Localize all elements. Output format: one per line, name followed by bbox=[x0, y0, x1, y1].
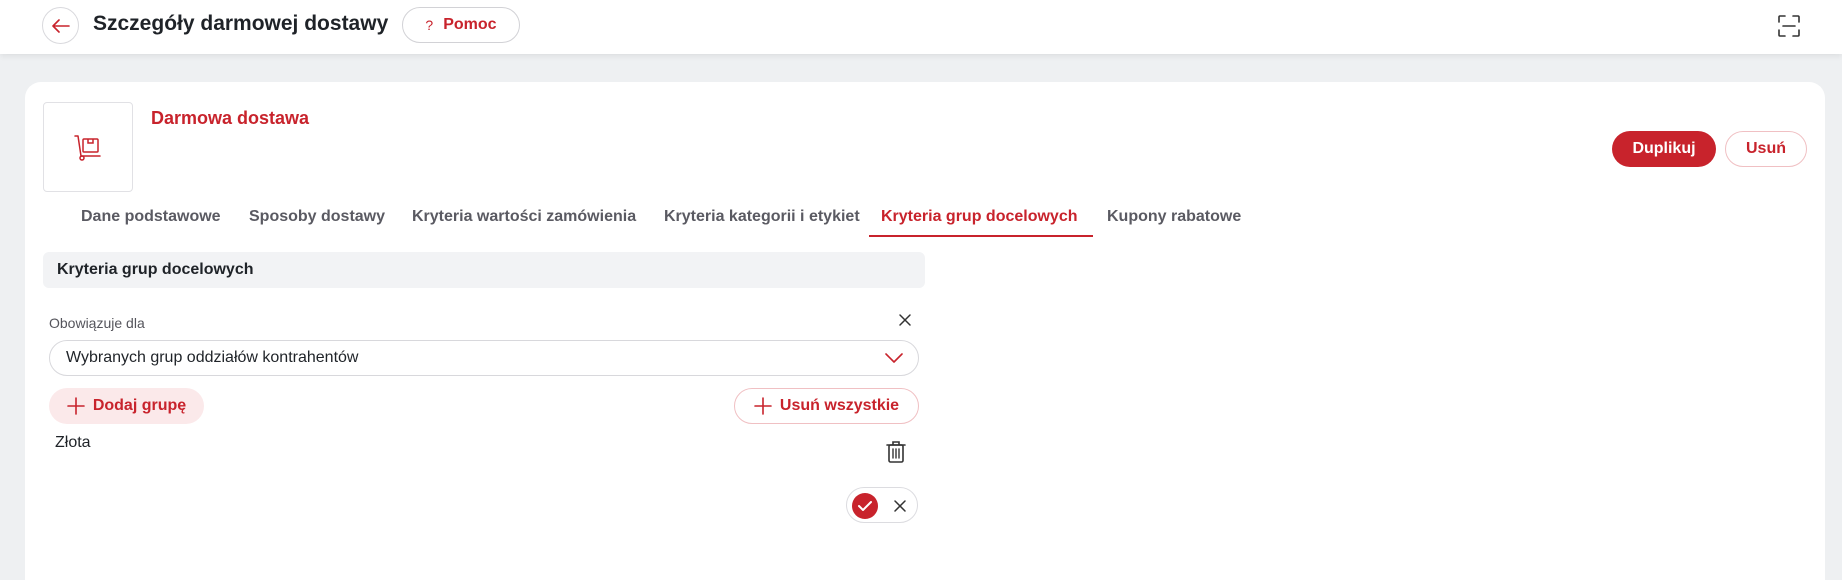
group-list-item: Złota bbox=[55, 434, 91, 451]
section-title: Kryteria grup docelowych bbox=[43, 252, 925, 288]
tab-category-label-criteria[interactable]: Kryteria kategorii i etykiet bbox=[664, 197, 860, 237]
add-group-button[interactable]: Dodaj grupę bbox=[49, 388, 204, 424]
tab-target-group-criteria[interactable]: Kryteria grup docelowych bbox=[881, 197, 1078, 237]
duplicate-button[interactable]: Duplikuj bbox=[1612, 131, 1716, 167]
remove-all-label: Usuń wszystkie bbox=[779, 397, 900, 414]
active-tab-indicator bbox=[869, 235, 1093, 237]
top-bar: Szczegóły darmowej dostawy ? Pomoc bbox=[0, 0, 1842, 54]
applies-to-value: Wybranych grup oddziałów kontrahentów bbox=[66, 349, 359, 366]
help-label: Pomoc bbox=[443, 16, 497, 33]
clear-selection-icon[interactable] bbox=[896, 311, 914, 329]
close-icon[interactable] bbox=[891, 497, 909, 515]
details-card: Darmowa dostawa Duplikuj Usuń Dane podst… bbox=[25, 82, 1825, 580]
entity-thumbnail bbox=[43, 102, 133, 192]
help-button[interactable]: ? Pomoc bbox=[402, 7, 520, 43]
delivery-trolley-icon bbox=[74, 135, 101, 161]
trash-icon[interactable] bbox=[885, 440, 907, 464]
fullscreen-icon[interactable] bbox=[1776, 13, 1802, 39]
tab-delivery-methods[interactable]: Sposoby dostawy bbox=[249, 197, 385, 237]
back-button[interactable] bbox=[42, 7, 79, 44]
plus-icon bbox=[754, 397, 772, 415]
plus-icon bbox=[67, 397, 85, 415]
applies-to-select[interactable]: Wybranych grup oddziałów kontrahentów bbox=[49, 340, 919, 376]
tab-basic-data[interactable]: Dane podstawowe bbox=[81, 197, 221, 237]
entity-name: Darmowa dostawa bbox=[151, 108, 310, 128]
tab-order-value-criteria[interactable]: Kryteria wartości zamówienia bbox=[412, 197, 636, 237]
check-icon bbox=[858, 501, 872, 511]
confirm-cancel-group bbox=[846, 487, 918, 523]
remove-all-button[interactable]: Usuń wszystkie bbox=[734, 388, 919, 424]
page-title: Szczegóły darmowej dostawy bbox=[93, 12, 389, 35]
confirm-button[interactable] bbox=[852, 493, 878, 519]
tab-discount-coupons[interactable]: Kupony rabatowe bbox=[1107, 197, 1241, 237]
add-group-label: Dodaj grupę bbox=[92, 397, 187, 414]
question-icon: ? bbox=[425, 17, 434, 33]
arrow-left-icon bbox=[51, 18, 70, 33]
applies-to-label: Obowiązuje dla bbox=[49, 315, 145, 331]
delete-button[interactable]: Usuń bbox=[1725, 131, 1807, 167]
chevron-down-icon bbox=[885, 353, 903, 363]
